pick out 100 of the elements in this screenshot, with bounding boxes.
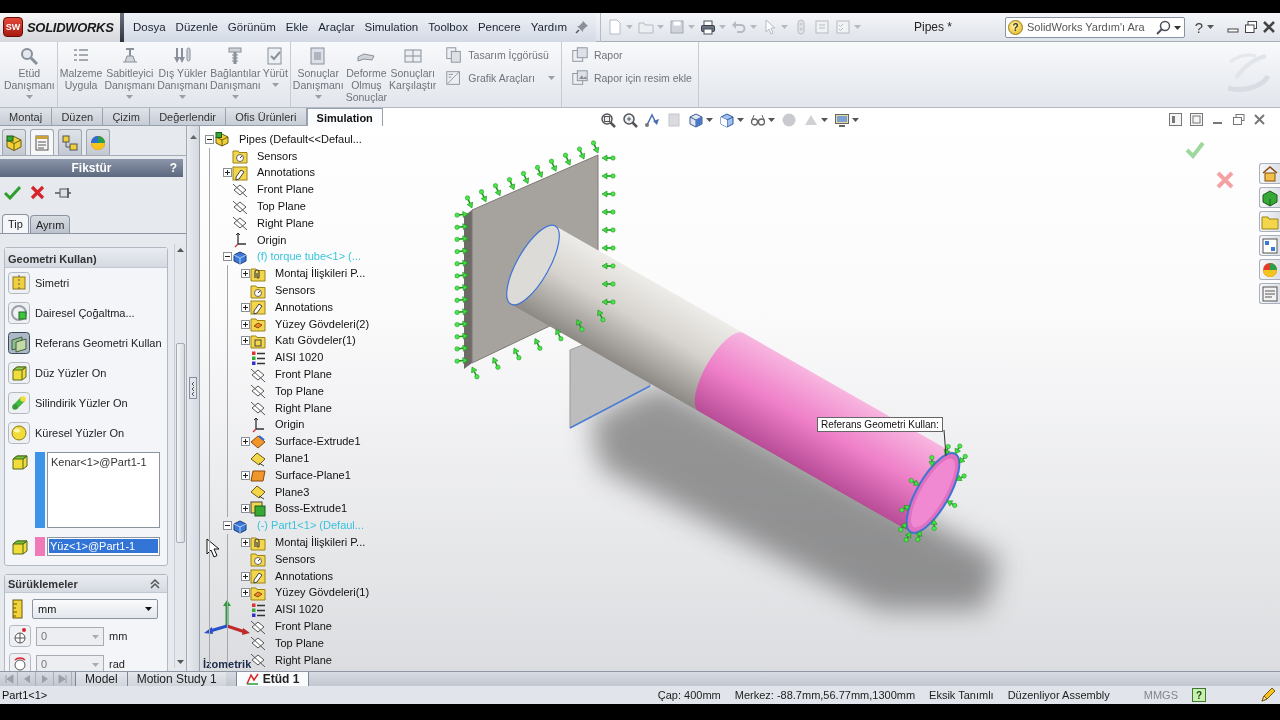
tree-item[interactable]: Top Plane	[275, 384, 324, 398]
tab[interactable]: Etüd 1	[235, 672, 310, 686]
up-arrow-icon[interactable]	[188, 134, 198, 140]
expand-icon[interactable]	[241, 538, 250, 547]
symmetry-icon[interactable]	[8, 272, 30, 294]
expand-icon[interactable]	[241, 571, 250, 581]
caret-icon[interactable]	[768, 117, 775, 122]
menu-item[interactable]: Dosya	[128, 16, 171, 38]
tree-item[interactable]: Right Plane	[275, 401, 332, 415]
tab[interactable]: Model	[75, 672, 127, 686]
collapse-icon[interactable]	[149, 577, 161, 590]
checkmark-icon[interactable]	[1185, 141, 1205, 159]
tab[interactable]: Tip	[2, 214, 29, 233]
tree-item[interactable]: Surface-Extrude1	[275, 435, 361, 449]
expand-icon[interactable]	[241, 470, 250, 480]
collapse-icon[interactable]	[223, 521, 232, 531]
selection-list[interactable]: Kenar<1>@Part1-1	[47, 452, 160, 528]
cube-icon[interactable]	[688, 111, 704, 128]
tree-item[interactable]: Annotations	[257, 166, 316, 180]
arrow-path-icon[interactable]	[644, 111, 660, 128]
tree-item[interactable]: Boss-Extrude1	[275, 502, 348, 516]
tree-item[interactable]: Sensors	[257, 149, 298, 163]
caret-icon[interactable]	[706, 117, 713, 122]
tree-item[interactable]: Top Plane	[275, 636, 324, 650]
manager-tab[interactable]	[86, 129, 110, 155]
tree-item[interactable]: Pipes (Default<<Defaul...	[239, 132, 362, 146]
menu-item[interactable]: Düzenle	[170, 16, 223, 38]
scroll-thumb[interactable]	[176, 343, 185, 543]
tree-item[interactable]: Annotations	[275, 300, 334, 314]
menu-item[interactable]: Toolbox	[423, 16, 473, 38]
cube-icon[interactable]	[719, 111, 735, 128]
caret-icon[interactable]	[852, 117, 859, 122]
manager-tab[interactable]	[30, 129, 54, 155]
pushpin-icon[interactable]	[573, 19, 590, 35]
caret-icon[interactable]	[821, 117, 828, 122]
tab[interactable]: Simulation	[306, 108, 383, 126]
list-item[interactable]: Kenar<1>@Part1-1	[50, 455, 148, 469]
zoom-to-fit-icon[interactable]	[600, 111, 616, 128]
close-icon[interactable]	[30, 184, 45, 200]
tree-item[interactable]: AISI 1020	[275, 351, 324, 365]
monitor-icon[interactable]	[834, 111, 850, 128]
task-pane-tab[interactable]	[1259, 163, 1280, 184]
expand-icon[interactable]	[241, 437, 250, 447]
tree-item[interactable]: Right Plane	[275, 653, 332, 667]
tree-item[interactable]: Top Plane	[257, 200, 306, 214]
tree-item[interactable]: Origin	[275, 418, 305, 432]
grip-icon[interactable]	[189, 377, 197, 399]
reference-planes-icon[interactable]	[8, 332, 30, 354]
search-icon[interactable]	[1156, 19, 1171, 35]
expand-icon[interactable]	[241, 319, 250, 329]
caret-icon[interactable]	[1174, 25, 1181, 30]
close-icon[interactable]	[1262, 20, 1276, 34]
restore-icon[interactable]	[1244, 20, 1258, 34]
tree-item[interactable]: Katı Gövdeler(1)	[275, 334, 356, 348]
menu-item[interactable]: Simulation	[359, 16, 424, 38]
menu-item[interactable]: Görünüm	[222, 16, 281, 38]
expand-icon[interactable]	[223, 168, 232, 178]
tree-item[interactable]: Plane3	[275, 485, 310, 499]
task-pane-tab[interactable]	[1259, 187, 1280, 208]
checkmark-icon[interactable]	[4, 184, 21, 200]
down-arrow-icon[interactable]	[176, 659, 185, 665]
expand-icon[interactable]	[241, 302, 250, 312]
expand-icon[interactable]	[241, 588, 250, 598]
tree-item[interactable]: Annotations	[275, 569, 334, 583]
cylinder-icon[interactable]	[8, 392, 30, 414]
close-icon[interactable]	[1253, 113, 1266, 126]
caret-icon[interactable]	[1207, 25, 1214, 29]
tree-item[interactable]: Montaj İlişkileri P...	[275, 267, 366, 281]
pencil-icon[interactable]	[1260, 687, 1276, 703]
menu-item[interactable]: Araçlar	[313, 16, 360, 38]
single-view-icon[interactable]	[1190, 113, 1203, 126]
help-button[interactable]: ?	[1192, 688, 1206, 702]
tree-item[interactable]: Origin	[257, 233, 287, 247]
manager-tab[interactable]	[58, 129, 82, 155]
tree-item[interactable]: Sensors	[275, 284, 316, 298]
tree-item[interactable]: Right Plane	[257, 216, 314, 230]
caret-icon[interactable]	[145, 607, 152, 611]
tree-item[interactable]: Montaj İlişkileri P...	[275, 536, 366, 549]
menu-item[interactable]: Pencere	[472, 16, 526, 38]
tree-item[interactable]: Plane1	[275, 452, 310, 466]
tree-item[interactable]: Yüzey Gövdeleri(2)	[275, 317, 370, 331]
expand-icon[interactable]	[241, 269, 250, 279]
flat-face-icon[interactable]	[8, 362, 30, 384]
tree-item[interactable]: Yüzey Gövdeleri(1)	[275, 586, 370, 600]
tab[interactable]: Ayrım	[29, 215, 71, 233]
expand-icon[interactable]	[241, 336, 250, 346]
circular-pattern-icon[interactable]	[8, 302, 30, 324]
tree-item[interactable]: Surface-Plane1	[275, 468, 351, 482]
tab[interactable]: Motion Study 1	[126, 672, 226, 686]
sphere-icon[interactable]	[8, 422, 30, 444]
expand-icon[interactable]	[241, 504, 250, 514]
collapse-icon[interactable]	[205, 134, 214, 144]
tree-item[interactable]: Sensors	[275, 552, 316, 566]
checklist-icon[interactable]	[834, 19, 851, 35]
printer-icon[interactable]	[699, 19, 716, 35]
help-button[interactable]: ?	[1191, 18, 1207, 36]
menu-item[interactable]: Ekle	[280, 16, 314, 38]
scrollbar[interactable]	[174, 244, 186, 668]
caret-icon[interactable]	[737, 117, 744, 122]
split-view-icon[interactable]	[1169, 113, 1182, 126]
